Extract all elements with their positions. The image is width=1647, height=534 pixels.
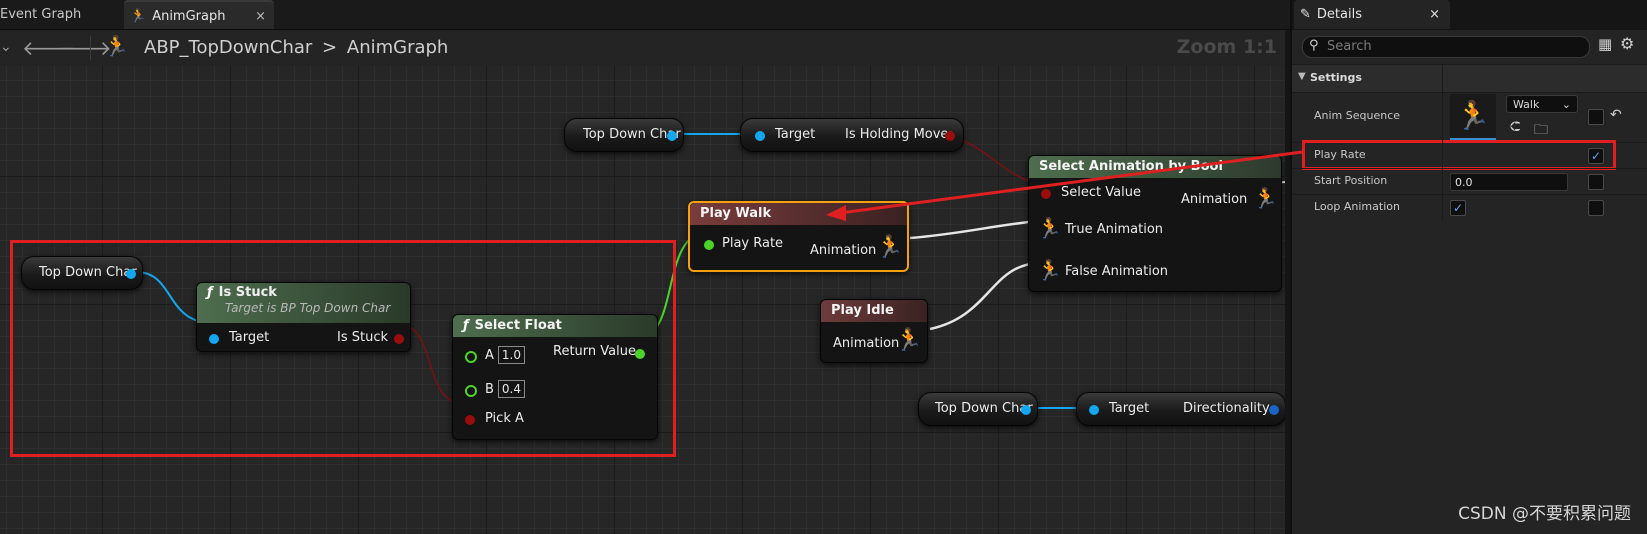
is-holding-move-node[interactable]: Target Is Holding Move bbox=[740, 118, 964, 152]
pin-label: Animation bbox=[810, 243, 877, 258]
anim-sequence-row: Anim Sequence 🏃 Walk ⌄ ⮈ 🗀 ↶ bbox=[1292, 92, 1647, 141]
tab-event-graph[interactable]: Event Graph bbox=[0, 0, 120, 29]
tab-label: Event Graph bbox=[0, 7, 82, 22]
breadcrumb-root[interactable]: ABP_TopDownChar bbox=[144, 37, 312, 58]
table-icon[interactable]: ▦ bbox=[1598, 35, 1612, 53]
highlight-box bbox=[1302, 140, 1616, 170]
play-walk-node[interactable]: Play Walk Play Rate Animation 🏃 bbox=[688, 201, 909, 272]
tab-animgraph[interactable]: 🏃 AnimGraph × bbox=[124, 0, 274, 29]
top-down-char-node[interactable]: Top Down Char bbox=[918, 392, 1038, 426]
divider bbox=[90, 36, 91, 60]
graph-canvas[interactable]: Top Down Char Target Is Holding Move Sel… bbox=[0, 66, 1285, 534]
node-title: Play Walk bbox=[690, 203, 907, 225]
node-title: Play Idle bbox=[821, 300, 927, 322]
node-title: Select Animation by Bool bbox=[1029, 156, 1281, 178]
browse-icon[interactable]: ⮈ bbox=[1510, 119, 1521, 135]
pin-label: True Animation bbox=[1065, 222, 1164, 237]
pin-label: Select Value bbox=[1061, 185, 1141, 200]
animgraph-icon: 🏃 bbox=[104, 34, 129, 58]
start-position-pin-checkbox[interactable] bbox=[1588, 174, 1604, 190]
close-tab-button[interactable]: × bbox=[1429, 0, 1440, 29]
chevron-down-icon: ⌄ bbox=[1561, 98, 1571, 111]
loop-animation-checkbox[interactable]: ✓ bbox=[1450, 200, 1466, 216]
zoom-level: Zoom 1:1 bbox=[1176, 36, 1277, 58]
column-divider bbox=[1442, 64, 1443, 221]
dropdown-value: Walk bbox=[1513, 98, 1540, 111]
pose-pin-icon[interactable]: 🏃 bbox=[876, 235, 903, 260]
start-position-input[interactable]: 0.0 bbox=[1450, 173, 1568, 191]
object-pin[interactable] bbox=[667, 131, 677, 141]
property-label: Start Position bbox=[1314, 174, 1388, 187]
property-label: Anim Sequence bbox=[1314, 109, 1401, 122]
chevron-down-icon[interactable]: ⌄ bbox=[0, 39, 12, 55]
tab-bar: Event Graph 🏃 AnimGraph × bbox=[0, 0, 1290, 30]
settings-section-header[interactable]: ▼ Settings bbox=[1292, 64, 1647, 93]
section-title: Settings bbox=[1310, 71, 1362, 84]
wire-pose-walk bbox=[909, 219, 1039, 240]
pin-label: Animation bbox=[833, 336, 900, 351]
breadcrumb-leaf[interactable]: AnimGraph bbox=[347, 37, 448, 58]
select-animation-by-bool-node[interactable]: Select Animation by Bool Select Value An… bbox=[1028, 155, 1282, 292]
pose-pin-icon[interactable]: 🏃 bbox=[895, 328, 922, 353]
anim-sequence-pin-checkbox[interactable] bbox=[1588, 109, 1604, 125]
pin-label: Animation bbox=[1181, 192, 1248, 207]
details-tab[interactable]: ✎ Details × bbox=[1294, 0, 1450, 29]
pin-label: Is Holding Move bbox=[845, 127, 949, 142]
object-pin[interactable] bbox=[1021, 405, 1031, 415]
object-pin[interactable] bbox=[1089, 405, 1099, 415]
watermark: CSDN @不要积累问题 bbox=[1458, 504, 1631, 524]
running-man-icon: 🏃 bbox=[130, 9, 147, 24]
pin-label: Target bbox=[775, 127, 816, 142]
gear-icon[interactable]: ⚙ bbox=[1620, 34, 1634, 53]
bool-pin[interactable] bbox=[1041, 189, 1051, 199]
pin-label: Directionality bbox=[1183, 401, 1270, 416]
tab-label: Details bbox=[1316, 7, 1362, 22]
chevron-down-icon: ▼ bbox=[1298, 71, 1306, 82]
wire-pose-idle bbox=[929, 261, 1039, 331]
top-down-char-node[interactable]: Top Down Char bbox=[564, 118, 684, 152]
highlight-box bbox=[10, 240, 676, 457]
breadcrumb-separator: > bbox=[322, 37, 338, 58]
node-title: Top Down Char bbox=[583, 127, 681, 142]
object-pin[interactable] bbox=[755, 131, 765, 141]
anim-sequence-dropdown[interactable]: Walk ⌄ bbox=[1506, 95, 1578, 113]
reset-icon[interactable]: ↶ bbox=[1610, 107, 1622, 123]
pin-label: Play Rate bbox=[722, 236, 784, 251]
pencil-icon: ✎ bbox=[1300, 7, 1311, 22]
breadcrumb: ABP_TopDownChar > AnimGraph bbox=[144, 37, 448, 58]
search-placeholder: Search bbox=[1327, 39, 1372, 54]
vector-pin[interactable] bbox=[1269, 405, 1279, 415]
start-position-row: Start Position 0.0 bbox=[1292, 168, 1647, 195]
graph-toolbar: ⌄ 🡐 🡒 🏃 ABP_TopDownChar > AnimGraph Zoom… bbox=[0, 30, 1285, 66]
search-input[interactable]: ⚲ Search bbox=[1302, 36, 1590, 58]
pose-pin-icon[interactable]: 🏃 bbox=[1253, 186, 1278, 210]
play-idle-node[interactable]: Play Idle Animation 🏃 bbox=[820, 299, 928, 363]
anim-thumbnail[interactable]: 🏃 bbox=[1450, 94, 1496, 140]
loop-animation-row: Loop Animation ✓ bbox=[1292, 194, 1647, 221]
details-body: ⚲ Search ▦ ⚙ ▼ Settings Anim Sequence 🏃 … bbox=[1292, 30, 1647, 534]
tab-label: AnimGraph bbox=[152, 9, 226, 24]
directionality-node[interactable]: Target Directionality bbox=[1076, 392, 1285, 426]
pose-pin-icon[interactable]: 🏃 bbox=[1037, 258, 1062, 282]
input-value: 0.0 bbox=[1455, 176, 1473, 189]
node-title: Top Down Char bbox=[935, 401, 1033, 416]
bool-pin[interactable] bbox=[945, 131, 955, 141]
search-icon: ⚲ bbox=[1309, 38, 1319, 53]
loop-animation-pin-checkbox[interactable] bbox=[1588, 200, 1604, 216]
close-tab-button[interactable]: × bbox=[255, 2, 266, 31]
details-panel: ✎ Details × ⚲ Search ▦ ⚙ ▼ Settings Anim … bbox=[1290, 0, 1647, 534]
pose-pin-icon[interactable]: 🏃 bbox=[1037, 216, 1062, 240]
pin-label: False Animation bbox=[1065, 264, 1169, 279]
float-pin[interactable] bbox=[704, 240, 714, 250]
property-label: Loop Animation bbox=[1314, 200, 1400, 213]
pin-label: Target bbox=[1109, 401, 1150, 416]
